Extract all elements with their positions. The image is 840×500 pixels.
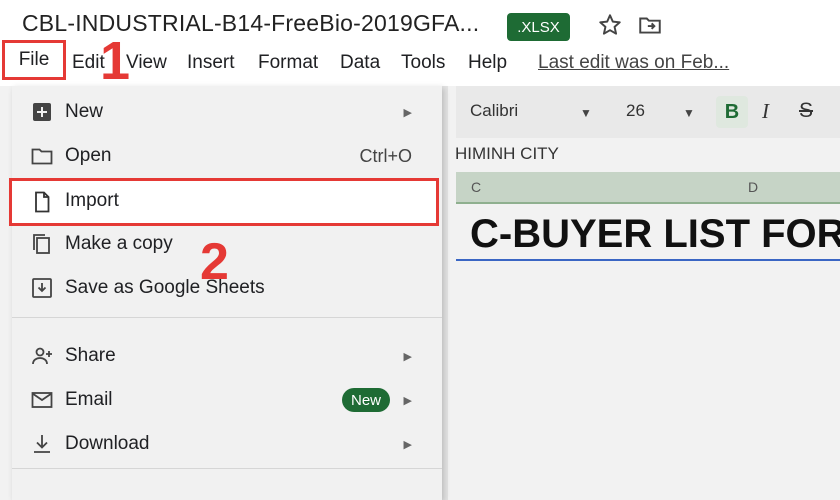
new-badge: New	[341, 388, 390, 412]
file-menu-open[interactable]: Open Ctrl+O	[12, 134, 442, 178]
menu-tools[interactable]: Tools	[401, 52, 445, 74]
menu-help[interactable]: Help	[468, 52, 507, 74]
menu-insert[interactable]: Insert	[187, 52, 235, 74]
submenu-arrow-icon: ▶	[403, 394, 412, 407]
file-menu-new-label: New	[65, 101, 104, 122]
open-shortcut: Ctrl+O	[359, 145, 412, 166]
menu-file[interactable]: File	[2, 40, 66, 80]
size-dropdown-icon[interactable]: ▼	[683, 106, 695, 120]
menu-divider	[12, 317, 442, 318]
column-header-c[interactable]: C	[471, 179, 481, 195]
last-edit-link[interactable]: Last edit was on Feb...	[538, 52, 729, 74]
column-header-d[interactable]: D	[748, 179, 758, 195]
submenu-arrow-icon: ▶	[403, 350, 412, 363]
file-menu-new[interactable]: New ▶	[12, 90, 442, 134]
italic-button[interactable]: I	[762, 99, 769, 124]
menu-format[interactable]: Format	[258, 52, 318, 74]
file-menu-email-label: Email	[65, 389, 113, 410]
file-menu-share-label: Share	[65, 345, 116, 366]
file-icon	[30, 190, 54, 214]
menu-divider	[12, 468, 442, 469]
file-menu-save-as-label: Save as Google Sheets	[65, 277, 265, 298]
file-menu-email[interactable]: Email New ▶	[12, 378, 442, 422]
file-menu-make-copy-label: Make a copy	[65, 233, 173, 254]
star-icon[interactable]	[597, 12, 623, 38]
menu-view[interactable]: View	[126, 52, 167, 74]
folder-icon	[30, 144, 54, 168]
submenu-arrow-icon: ▶	[403, 106, 412, 119]
step-2-marker: 2	[200, 233, 229, 291]
step-1-marker: 1	[100, 31, 131, 91]
menu-file-label: File	[18, 49, 50, 70]
submenu-arrow-icon: ▶	[403, 438, 412, 451]
copy-icon	[30, 232, 54, 256]
file-menu: New ▶ Open Ctrl+O Make a copy Save as Go…	[12, 86, 442, 500]
cell-content[interactable]: HIMINH CITY	[455, 144, 559, 164]
bold-button[interactable]: B	[716, 96, 748, 128]
column-header-bar	[456, 172, 840, 202]
file-type-badge: .XLSX	[507, 13, 570, 41]
header-divider	[456, 202, 840, 204]
font-dropdown-icon[interactable]: ▼	[580, 106, 592, 120]
file-menu-download[interactable]: Download ▶	[12, 422, 442, 466]
download-icon	[30, 432, 54, 456]
font-family-select[interactable]: Calibri	[470, 101, 518, 121]
menu-data[interactable]: Data	[340, 52, 380, 74]
move-to-folder-icon[interactable]	[637, 12, 663, 38]
file-menu-share[interactable]: Share ▶	[12, 334, 442, 378]
envelope-icon	[30, 388, 54, 412]
file-menu-import[interactable]: Import	[9, 178, 439, 226]
font-size-select[interactable]: 26	[626, 101, 645, 121]
file-menu-download-label: Download	[65, 433, 150, 454]
add-person-icon	[30, 344, 54, 368]
selection-underline	[456, 259, 840, 261]
new-document-icon	[30, 100, 54, 124]
strikethrough-button[interactable]: S	[799, 99, 813, 123]
document-title[interactable]: CBL-INDUSTRIAL-B14-FreeBio-2019GFA...	[22, 10, 479, 37]
file-menu-import-label: Import	[65, 190, 119, 211]
file-menu-open-label: Open	[65, 145, 112, 166]
sheet-heading-cell[interactable]: C-BUYER LIST FOR 2	[470, 212, 840, 257]
save-icon	[30, 276, 54, 300]
